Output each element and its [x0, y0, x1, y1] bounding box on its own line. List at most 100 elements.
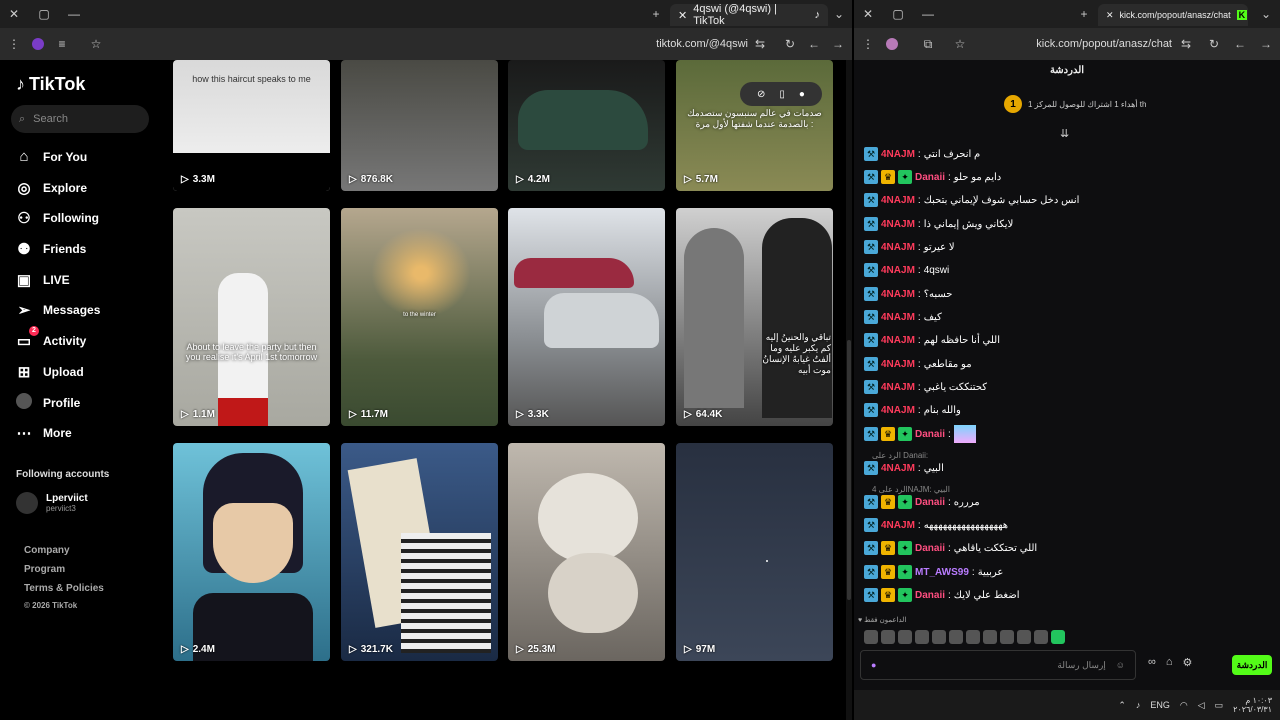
- chat-message[interactable]: ⚒ 4NAJM: والله بنام: [864, 401, 961, 419]
- back-icon[interactable]: ←: [804, 34, 824, 54]
- new-tab-icon[interactable]: +: [1074, 4, 1094, 24]
- send-button[interactable]: الدردشة: [1232, 655, 1272, 675]
- tab-kick[interactable]: ✕ kick.com/popout/anasz/chat K: [1098, 4, 1248, 26]
- chat-message[interactable]: ⚒ 4NAJM: م انحرف انتي: [864, 145, 980, 163]
- restore-icon[interactable]: ▢: [888, 4, 908, 24]
- chat-username[interactable]: 4NAJM: [881, 335, 915, 346]
- scrollbar[interactable]: [846, 60, 852, 720]
- clock[interactable]: ١٠:٠٣ م ٢٠٢٦/٠٣/٣١: [1233, 696, 1272, 714]
- gift-icon[interactable]: ⌂: [1166, 656, 1173, 669]
- video-card[interactable]: About to leave the party but then you re…: [173, 208, 330, 426]
- chat-message[interactable]: ⚒ 4NAJM: البيي: [864, 459, 944, 477]
- tools-badge-icon[interactable]: ⚒: [864, 263, 878, 277]
- chat-username[interactable]: 4NAJM: [881, 520, 915, 531]
- video-controls[interactable]: ⊘ ▯ ●: [740, 82, 822, 106]
- close-tab-icon[interactable]: ✕: [1106, 10, 1114, 21]
- close-icon[interactable]: ✕: [858, 4, 878, 24]
- emote-icon[interactable]: [881, 630, 895, 644]
- reading-list-icon[interactable]: ≡: [52, 34, 72, 54]
- battery-icon[interactable]: ▭: [1215, 700, 1224, 711]
- url-text[interactable]: tiktok.com/@4qswi: [656, 38, 748, 50]
- footer-program[interactable]: Program: [24, 564, 65, 575]
- phone-icon[interactable]: ▯: [779, 89, 785, 100]
- reload-icon[interactable]: ↻: [780, 34, 800, 54]
- chat-username[interactable]: 4NAJM: [881, 219, 915, 230]
- chat-username[interactable]: MT_AWS99: [915, 567, 969, 578]
- nav-profile[interactable]: Profile: [15, 393, 80, 413]
- sub-badge-icon[interactable]: ✦: [898, 495, 912, 509]
- video-card[interactable]: ⊘ ▯ ● صدمات في عالم سنبسون ستصدمك بالصدمة …: [676, 60, 833, 191]
- search-input[interactable]: ⌕ Search: [11, 105, 149, 133]
- nav-following[interactable]: ⚇ Following: [15, 209, 99, 227]
- emote-icon[interactable]: [983, 630, 997, 644]
- minimize-icon[interactable]: —: [64, 4, 84, 24]
- nav-more[interactable]: ⋯ More: [15, 424, 72, 442]
- sub-badge-icon[interactable]: ✦: [898, 565, 912, 579]
- close-tab-icon[interactable]: ✕: [678, 9, 687, 22]
- chat-message[interactable]: ⚒ ♛ ✦ MT_AWS99: عربيية: [864, 563, 1003, 581]
- crown-badge-icon[interactable]: ♛: [881, 170, 895, 184]
- tools-badge-icon[interactable]: ⚒: [864, 170, 878, 184]
- video-card[interactable]: how this haircut speaks to me ▷ 3.3M: [173, 60, 330, 191]
- extensions-icon[interactable]: ⧉: [918, 34, 938, 54]
- chat-message[interactable]: ⚒ 4NAJM:4qswi: [864, 261, 949, 279]
- tools-badge-icon[interactable]: ⚒: [864, 518, 878, 532]
- emote-icon[interactable]: [932, 630, 946, 644]
- emote-icon[interactable]: [1051, 630, 1065, 644]
- wifi-icon[interactable]: ◠: [1180, 700, 1188, 711]
- nav-for-you[interactable]: ⌂ For You: [15, 148, 87, 165]
- chat-message[interactable]: ⚒ 4NAJM: كيف: [864, 308, 942, 326]
- emote-icon[interactable]: [915, 630, 929, 644]
- chat-message[interactable]: ⚒ 4NAJM: انس دخل حسابي شوف لإيماني بتحبك: [864, 191, 1079, 209]
- new-tab-icon[interactable]: +: [646, 4, 666, 24]
- tools-badge-icon[interactable]: ⚒: [864, 310, 878, 324]
- video-card[interactable]: ▷ 2.4M: [173, 443, 330, 661]
- emoji-icon[interactable]: ☺: [1116, 660, 1125, 670]
- chat-username[interactable]: Danaii: [915, 590, 945, 601]
- chat-username[interactable]: Danaii: [915, 172, 945, 183]
- crown-badge-icon[interactable]: ♛: [881, 541, 895, 555]
- tools-badge-icon[interactable]: ⚒: [864, 495, 878, 509]
- emote-icon[interactable]: [898, 630, 912, 644]
- emote-icon[interactable]: [949, 630, 963, 644]
- nav-upload[interactable]: ⊞ Upload: [15, 363, 84, 381]
- crown-badge-icon[interactable]: ♛: [881, 495, 895, 509]
- tools-badge-icon[interactable]: ⚒: [864, 380, 878, 394]
- nav-explore[interactable]: ◎ Explore: [15, 179, 87, 197]
- chat-message[interactable]: ⚒ 4NAJM: هههههههههههههههههه: [864, 516, 1008, 534]
- tools-badge-icon[interactable]: ⚒: [864, 147, 878, 161]
- menu-icon[interactable]: ⋮: [858, 34, 878, 54]
- chat-username[interactable]: 4NAJM: [881, 382, 915, 393]
- tools-badge-icon[interactable]: ⚒: [864, 541, 878, 555]
- crown-badge-icon[interactable]: ♛: [881, 427, 895, 441]
- pin-icon[interactable]: ⊘: [757, 89, 765, 100]
- video-card[interactable]: to the winter ▷ 11.7M: [341, 208, 498, 426]
- chevron-down-icon[interactable]: ⌄: [829, 4, 849, 24]
- pin-icon[interactable]: ⇊: [1060, 127, 1069, 140]
- video-card[interactable]: ▷ 321.7K: [341, 443, 498, 661]
- tools-badge-icon[interactable]: ⚒: [864, 287, 878, 301]
- chat-message[interactable]: ⚒ 4NAJM: لايكاني ويش إيماني ذا: [864, 215, 1013, 233]
- settings-icon[interactable]: ⚙: [1183, 656, 1193, 669]
- footer-company[interactable]: Company: [24, 545, 70, 556]
- crown-badge-icon[interactable]: ♛: [881, 565, 895, 579]
- video-card[interactable]: ▷ 97M: [676, 443, 833, 661]
- chat-username[interactable]: 4NAJM: [881, 242, 915, 253]
- chat-username[interactable]: 4NAJM: [881, 463, 915, 474]
- tools-badge-icon[interactable]: ⚒: [864, 427, 878, 441]
- url-text[interactable]: kick.com/popout/anasz/chat: [1036, 38, 1172, 50]
- language-indicator[interactable]: ENG: [1150, 700, 1170, 710]
- tiktok-logo[interactable]: ♪ TikTok: [16, 74, 85, 95]
- video-card[interactable]: ▷ 4.2M: [508, 60, 665, 191]
- emote-bar[interactable]: [864, 630, 1065, 644]
- chat-message[interactable]: ⚒ ♛ ✦ Danaii: اضغط علي لايك: [864, 586, 1019, 604]
- chat-message[interactable]: ⚒ 4NAJM: اللي أنا حافظه لهم: [864, 331, 1000, 349]
- forward-icon[interactable]: →: [828, 34, 848, 54]
- chat-message[interactable]: ⚒ ♛ ✦ Danaii: دايم مو حلو: [864, 168, 1001, 186]
- video-card[interactable]: تباقي والحنينُ إليه كم يكبر عليه وما ألف…: [676, 208, 833, 426]
- emote-icon[interactable]: [966, 630, 980, 644]
- video-card[interactable]: ▷ 876.8K: [341, 60, 498, 191]
- menu-icon[interactable]: ⋮: [4, 34, 24, 54]
- profile-avatar[interactable]: [886, 38, 898, 50]
- sub-badge-icon[interactable]: ✦: [898, 541, 912, 555]
